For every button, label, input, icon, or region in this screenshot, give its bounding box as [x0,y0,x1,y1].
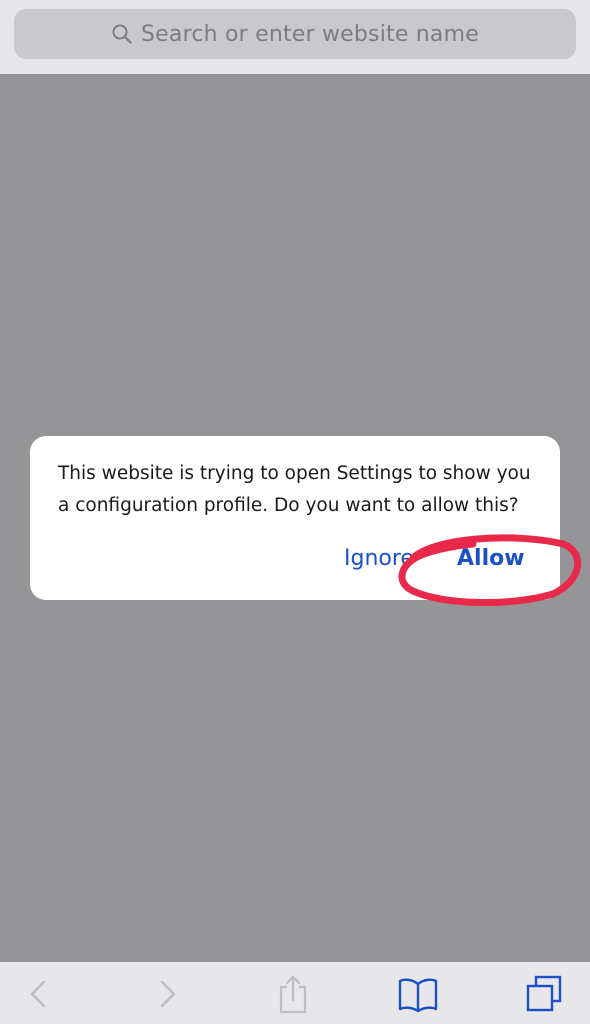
tabs-icon [526,975,562,1012]
forward-icon [160,980,176,1008]
search-icon [111,23,133,45]
back-button[interactable] [16,972,60,1016]
allow-button[interactable]: Allow [457,546,525,571]
tabs-button[interactable] [522,972,566,1016]
search-input[interactable]: Search or enter website name [14,9,576,59]
bookmarks-icon [398,978,438,1012]
ignore-button[interactable]: Ignore [344,546,414,571]
address-bar: Search or enter website name [0,0,590,74]
forward-button[interactable] [146,972,190,1016]
alert-message: This website is trying to open Settings … [58,463,531,516]
bookmarks-button[interactable] [396,972,440,1016]
back-icon [30,980,46,1008]
share-button[interactable] [271,972,315,1016]
alert-dialog: This website is trying to open Settings … [30,436,560,600]
bottom-toolbar [0,962,590,1024]
search-placeholder: Search or enter website name [141,21,479,47]
share-icon [279,975,307,1014]
safari-screen: Search or enter website name This websit… [0,0,590,1024]
